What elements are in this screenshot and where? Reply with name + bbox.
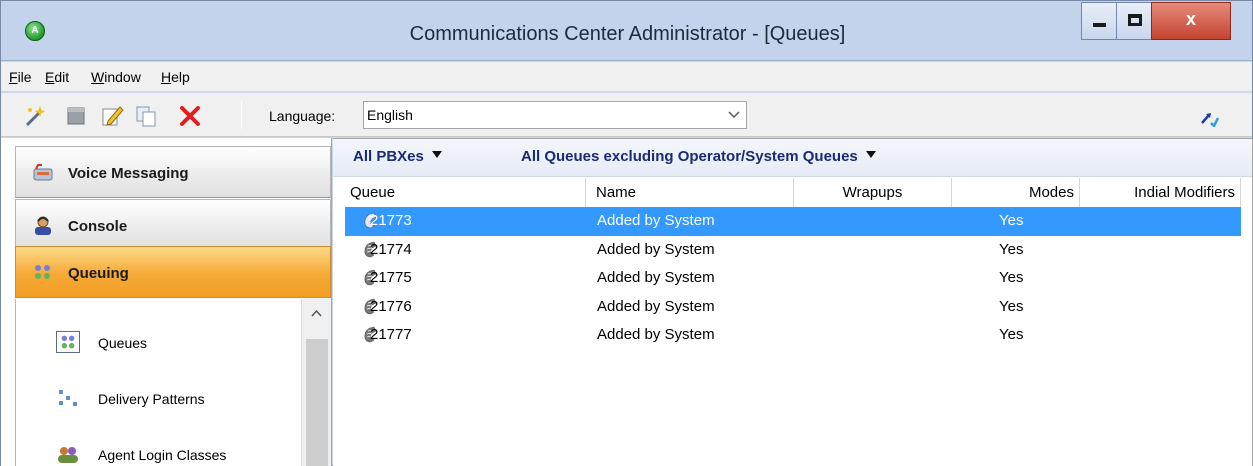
menu-edit[interactable]: Edit bbox=[45, 69, 69, 85]
language-value: English bbox=[367, 107, 413, 123]
maximize-icon bbox=[1128, 14, 1142, 26]
chevron-up-icon[interactable] bbox=[308, 307, 325, 321]
cell-modes: Yes bbox=[999, 269, 1024, 286]
dropdown-arrow-icon bbox=[865, 151, 876, 158]
nav-group-queuing[interactable]: Queuing bbox=[15, 246, 331, 298]
toolbar-separator bbox=[241, 101, 242, 129]
remove-icon[interactable] bbox=[177, 103, 203, 129]
menu-file[interactable]: File bbox=[9, 69, 32, 85]
nav-group-console[interactable]: Console bbox=[15, 199, 331, 251]
column-header-wrapups[interactable]: Wrapups bbox=[794, 178, 952, 208]
nav-item-delivery-patterns[interactable]: Delivery Patterns bbox=[56, 383, 306, 413]
window-title: Communications Center Administrator - [Q… bbox=[409, 23, 846, 45]
toolbar: Language: English bbox=[1, 93, 1252, 137]
refresh-icon[interactable] bbox=[1199, 109, 1219, 127]
cell-modes: Yes bbox=[999, 326, 1024, 343]
nav-item-queues[interactable]: Queues bbox=[56, 327, 306, 357]
table-row[interactable]: 21774 Added by System Yes bbox=[345, 236, 1241, 265]
cell-modes: Yes bbox=[999, 297, 1024, 315]
column-header-queue[interactable]: Queue bbox=[345, 178, 586, 208]
close-button[interactable]: x bbox=[1151, 2, 1231, 40]
nav-group-label: Voice Messaging bbox=[68, 165, 189, 182]
queues-pane: All PBXes All Queues excluding Operator/… bbox=[333, 138, 1253, 466]
table-row[interactable]: 21773 Added by System Yes bbox=[345, 207, 1241, 236]
cell-name: Added by System bbox=[597, 240, 715, 258]
chevron-down-icon bbox=[728, 111, 740, 119]
title-bar[interactable]: A Communications Center Administrator - … bbox=[1, 1, 1252, 61]
cell-queue: 21773 bbox=[370, 212, 412, 229]
delete-icon[interactable] bbox=[63, 103, 89, 129]
agent-login-classes-icon bbox=[58, 447, 78, 463]
new-wizard-icon[interactable] bbox=[23, 103, 49, 129]
navigation-pane: Voice Messaging Console Queuing Queues D… bbox=[1, 138, 332, 466]
table-row[interactable]: 21775 Added by System Yes bbox=[345, 264, 1241, 293]
cell-modes: Yes bbox=[999, 240, 1024, 258]
language-select[interactable]: English bbox=[363, 101, 747, 129]
cell-modes: Yes bbox=[999, 212, 1024, 229]
nav-item-label: Delivery Patterns bbox=[98, 391, 205, 407]
table-row[interactable]: 21776 Added by System Yes bbox=[345, 293, 1241, 322]
cell-name: Added by System bbox=[597, 297, 715, 315]
column-header-indial-modifiers[interactable]: Indial Modifiers bbox=[1080, 178, 1241, 208]
queuing-icon bbox=[35, 265, 50, 279]
cell-queue: 21776 bbox=[370, 297, 412, 315]
cell-name: Added by System bbox=[597, 269, 715, 286]
filter-bar: All PBXes All Queues excluding Operator/… bbox=[333, 139, 1252, 177]
scrollbar-thumb[interactable] bbox=[306, 339, 328, 466]
queues-icon bbox=[56, 331, 80, 353]
column-header-modes[interactable]: Modes bbox=[952, 178, 1080, 208]
nav-item-label: Queues bbox=[98, 335, 148, 351]
column-header-name[interactable]: Name bbox=[586, 178, 794, 208]
menu-help[interactable]: Help bbox=[161, 69, 190, 85]
queuing-submenu: Queues Delivery Patterns Agent Login Cla… bbox=[15, 299, 331, 466]
cell-queue: 21777 bbox=[370, 326, 412, 343]
table-header: Queue Name Wrapups Modes Indial Modifier… bbox=[345, 178, 1252, 208]
queues-filter-dropdown[interactable]: All Queues excluding Operator/System Que… bbox=[521, 148, 876, 165]
minimize-icon bbox=[1093, 23, 1106, 27]
language-label: Language: bbox=[269, 108, 336, 124]
pbx-filter-dropdown[interactable]: All PBXes bbox=[353, 148, 442, 165]
menu-bar: File Edit Window Help bbox=[1, 62, 1252, 92]
close-icon: x bbox=[1185, 9, 1196, 29]
table-row[interactable]: 21777 Added by System Yes bbox=[345, 321, 1241, 350]
cell-name: Added by System bbox=[597, 326, 715, 343]
menu-window[interactable]: Window bbox=[91, 69, 141, 85]
copy-icon[interactable] bbox=[133, 103, 159, 129]
nav-scrollbar[interactable] bbox=[301, 299, 331, 466]
nav-item-label: Agent Login Classes bbox=[98, 447, 227, 463]
cell-queue: 21775 bbox=[370, 269, 412, 286]
cell-queue: 21774 bbox=[370, 240, 412, 258]
edit-icon[interactable] bbox=[99, 103, 125, 129]
voice-messaging-icon bbox=[33, 164, 53, 181]
minimize-button[interactable] bbox=[1081, 2, 1117, 40]
cell-name: Added by System bbox=[597, 212, 715, 229]
dropdown-arrow-icon bbox=[431, 151, 442, 158]
nav-item-agent-login-classes[interactable]: Agent Login Classes bbox=[56, 439, 306, 466]
nav-group-label: Console bbox=[68, 218, 128, 235]
nav-group-voice-messaging[interactable]: Voice Messaging bbox=[15, 146, 331, 198]
delivery-patterns-icon bbox=[59, 390, 77, 406]
nav-group-label: Queuing bbox=[68, 265, 129, 282]
console-icon bbox=[35, 216, 51, 235]
maximize-button[interactable] bbox=[1116, 2, 1152, 40]
app-window: A Communications Center Administrator - … bbox=[0, 0, 1253, 466]
